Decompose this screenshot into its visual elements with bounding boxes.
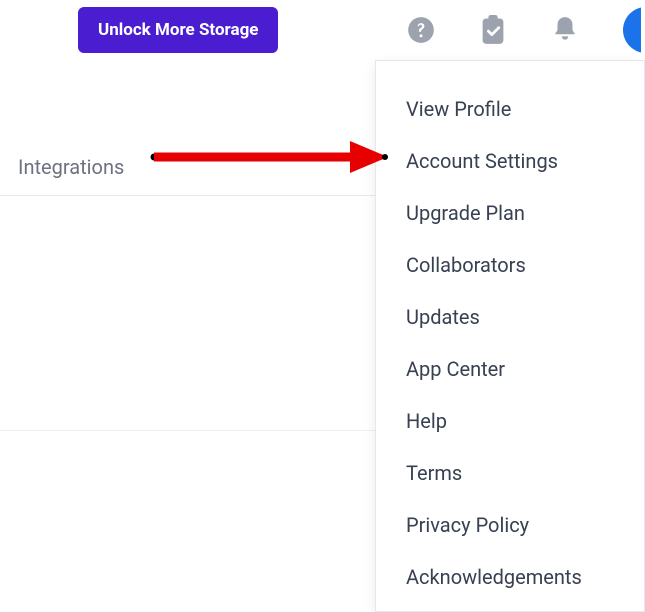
tab-integrations[interactable]: Integrations: [18, 155, 124, 179]
menu-item-help[interactable]: Help: [376, 395, 644, 447]
clipboard-check-icon[interactable]: [479, 16, 507, 44]
menu-item-updates[interactable]: Updates: [376, 291, 644, 343]
tab-section: Integrations: [0, 155, 380, 196]
avatar-initial: E: [640, 18, 641, 43]
menu-item-app-center[interactable]: App Center: [376, 343, 644, 395]
menu-item-collaborators[interactable]: Collaborators: [376, 239, 644, 291]
menu-item-terms[interactable]: Terms: [376, 447, 644, 499]
topbar: Unlock More Storage E: [0, 0, 645, 60]
avatar-circle: E: [623, 7, 641, 53]
menu-item-privacy-policy[interactable]: Privacy Policy: [376, 499, 644, 551]
top-icons: E: [407, 0, 645, 60]
menu-item-acknowledgements[interactable]: Acknowledgements: [376, 551, 644, 603]
menu-item-view-profile[interactable]: View Profile: [376, 83, 644, 135]
menu-item-account-settings[interactable]: Account Settings: [376, 135, 644, 187]
divider: [0, 430, 380, 431]
account-menu: View Profile Account Settings Upgrade Pl…: [375, 60, 645, 612]
help-icon[interactable]: [407, 16, 435, 44]
menu-item-upgrade-plan[interactable]: Upgrade Plan: [376, 187, 644, 239]
bell-icon[interactable]: [551, 16, 579, 44]
unlock-more-storage-button[interactable]: Unlock More Storage: [78, 7, 278, 53]
avatar[interactable]: E: [623, 7, 641, 53]
